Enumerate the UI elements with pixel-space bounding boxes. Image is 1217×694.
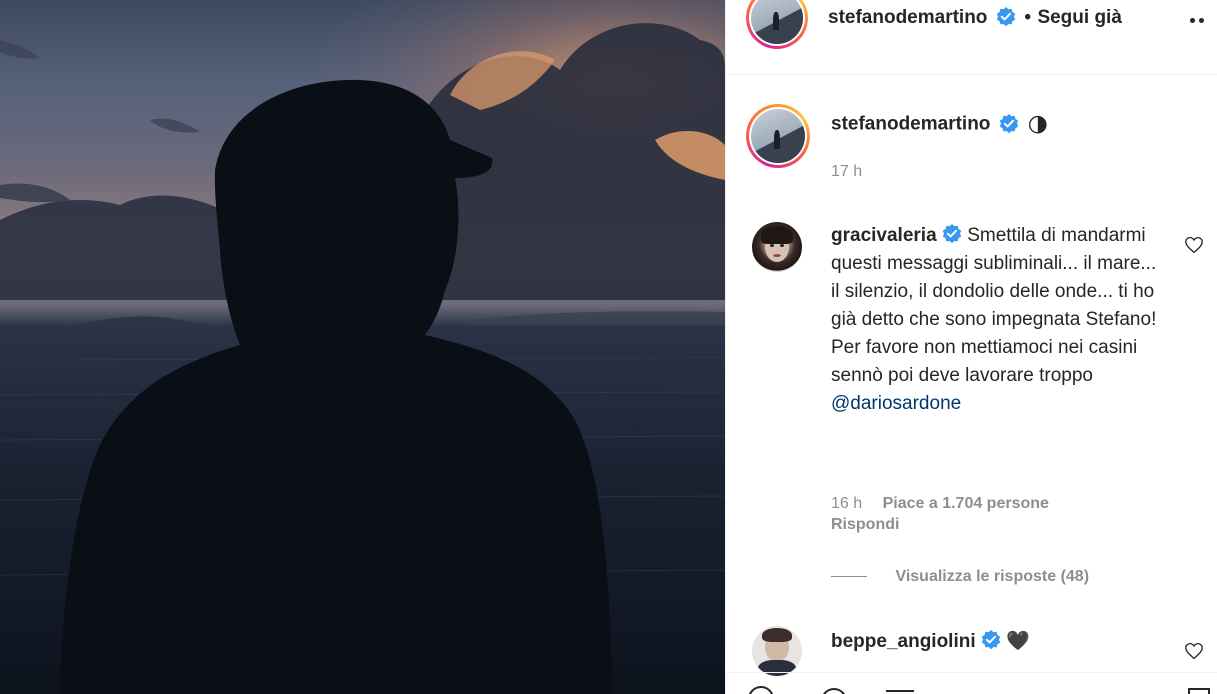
- post-header: stefanodemartino • Segui già: [726, 0, 1217, 75]
- comment-mention-link[interactable]: @dariosardone: [831, 393, 961, 414]
- save-bookmark-icon[interactable]: [1188, 688, 1210, 694]
- comment-icon[interactable]: [821, 688, 847, 694]
- comment-timestamp[interactable]: 16 h: [831, 495, 862, 512]
- reply-button[interactable]: Rispondi: [831, 516, 899, 534]
- caption-emoji: 🌗: [1027, 115, 1049, 137]
- header-username[interactable]: stefanodemartino: [828, 7, 987, 28]
- comment-likes-count[interactable]: Piace a 1.704 persone: [883, 495, 1049, 512]
- view-replies-label: Visualizza le risposte (48): [895, 568, 1090, 585]
- verified-badge-icon: [999, 113, 1019, 133]
- comment-avatar[interactable]: [752, 626, 802, 676]
- action-bar-divider: [726, 672, 1217, 673]
- comment-emoji: 🖤: [1006, 631, 1030, 652]
- caption-avatar[interactable]: [746, 104, 810, 168]
- caption-line: stefanodemartino 🌗: [831, 113, 1048, 138]
- caption-username[interactable]: stefanodemartino: [831, 114, 990, 135]
- like-post-icon[interactable]: [748, 686, 774, 694]
- like-comment-heart-icon[interactable]: [1184, 236, 1204, 254]
- comment-username[interactable]: gracivaleria: [831, 225, 937, 246]
- verified-badge-icon: [942, 223, 962, 244]
- comment-avatar[interactable]: [752, 222, 802, 272]
- caption-timestamp[interactable]: 17 h: [831, 163, 862, 181]
- verified-badge-icon: [981, 629, 1001, 650]
- comment-text: Smettila di mandarmi questi messaggi sub…: [831, 225, 1157, 386]
- post-photo[interactable]: [0, 0, 725, 694]
- comment-body: gracivaleria Smettila di mandarmi questi…: [831, 222, 1166, 418]
- comment-body: beppe_angiolini 🖤: [831, 628, 1030, 656]
- header-avatar[interactable]: [746, 0, 808, 49]
- view-replies-line: [831, 576, 867, 578]
- view-replies-toggle[interactable]: Visualizza le risposte (48): [831, 568, 1089, 586]
- following-button[interactable]: Segui già: [1037, 7, 1121, 28]
- post-sidebar: stefanodemartino • Segui già stefanodema…: [725, 0, 1217, 694]
- comment-username[interactable]: beppe_angiolini: [831, 631, 976, 652]
- share-icon[interactable]: [886, 690, 914, 694]
- header-separator: •: [1024, 7, 1031, 28]
- comment-meta-row: 16 h Piace a 1.704 persone: [831, 495, 1049, 513]
- verified-badge-icon: [996, 6, 1016, 26]
- more-options-icon[interactable]: [1190, 14, 1212, 26]
- photo-silhouette-scene: [0, 0, 725, 694]
- header-user-line: stefanodemartino • Segui già: [828, 6, 1122, 29]
- like-comment-heart-icon[interactable]: [1184, 642, 1204, 660]
